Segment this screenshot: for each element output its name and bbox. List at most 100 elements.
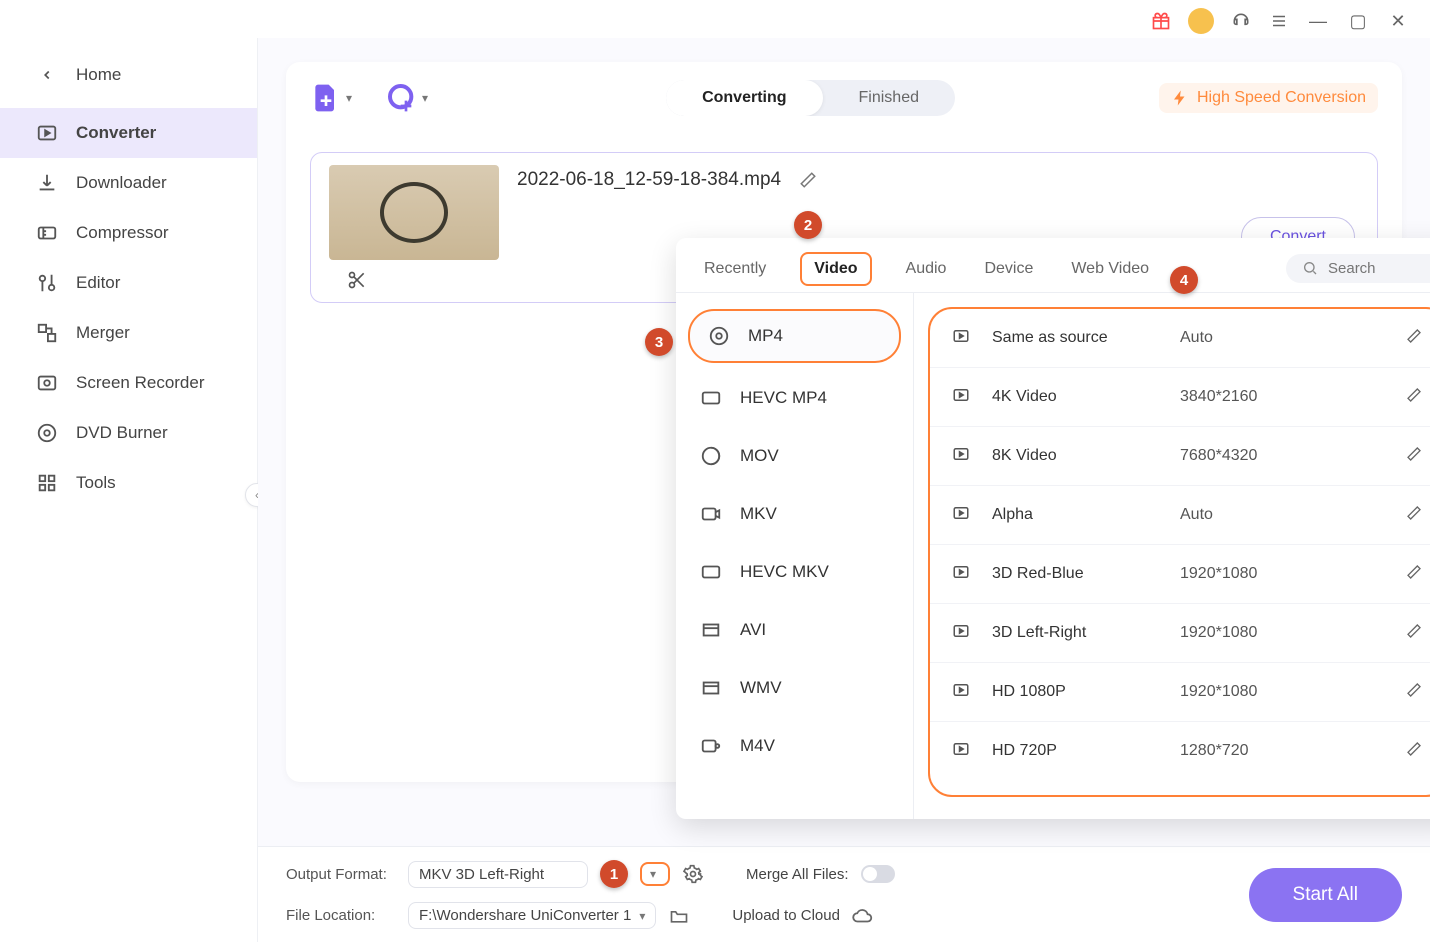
m4v-icon [698,733,724,759]
resolution-name: Alpha [992,506,1162,524]
format-list: MP4 HEVC MP4 MOV MKV HEVC MKV AVI WMV M4… [676,293,914,819]
cloud-icon[interactable] [852,905,874,927]
resolution-row[interactable]: Same as sourceAuto [930,309,1430,368]
sidebar-item-merger[interactable]: Merger [0,308,257,358]
resolution-name: 3D Red-Blue [992,565,1162,583]
format-item-m4v[interactable]: M4V [676,717,913,775]
headset-icon[interactable] [1230,10,1252,32]
resolution-value: 3840*2160 [1180,388,1388,406]
sidebar-item-tools[interactable]: Tools [0,458,257,508]
merge-toggle[interactable] [861,865,895,883]
resolution-row[interactable]: HD 1080P1920*1080 [930,663,1430,722]
file-location-select[interactable]: F:\Wondershare UniConverter 1▾ [408,902,656,929]
format-item-mp4[interactable]: MP4 [688,309,901,363]
sidebar-item-label: Screen Recorder [76,373,205,393]
high-speed-toggle[interactable]: High Speed Conversion [1159,83,1378,113]
format-item-avi[interactable]: AVI [676,601,913,659]
format-label: MOV [740,446,779,466]
resolution-row[interactable]: 8K Video 7680*4320 [930,427,1430,486]
format-item-hevcmkv[interactable]: HEVC MKV [676,543,913,601]
downloader-icon [36,172,58,194]
hevc-icon [698,385,724,411]
edit-icon[interactable] [1406,505,1426,525]
popup-tab-webvideo[interactable]: Web Video [1067,254,1153,290]
output-format-dropdown[interactable]: ▾ [640,862,670,886]
resolution-row[interactable]: 4K Video3840*2160 [930,368,1430,427]
step-badge-2: 2 [794,211,822,239]
sidebar-item-label: Merger [76,323,130,343]
sidebar-item-label: DVD Burner [76,423,168,443]
resolution-value: 1920*1080 [1180,683,1388,701]
popup-tab-device[interactable]: Device [980,254,1037,290]
settings-icon[interactable] [682,863,704,885]
play-icon [952,681,974,703]
edit-icon[interactable] [1406,741,1426,761]
start-all-button[interactable]: Start All [1249,868,1402,922]
trim-icon[interactable] [347,270,369,292]
resolution-value: 1280*720 [1180,742,1388,760]
play-icon [952,445,974,467]
open-folder-icon[interactable] [668,905,690,927]
format-item-wmv[interactable]: WMV [676,659,913,717]
popup-search[interactable] [1286,254,1430,283]
tab-finished[interactable]: Finished [823,80,955,116]
sidebar-item-compressor[interactable]: Compressor [0,208,257,258]
add-file-button[interactable]: ▾ [310,82,352,114]
output-format-value[interactable]: MKV 3D Left-Right [408,861,588,888]
sidebar-item-label: Compressor [76,223,169,243]
maximize-icon[interactable]: ▢ [1346,10,1370,32]
tab-converting[interactable]: Converting [666,80,822,116]
sidebar-home[interactable]: Home [0,54,257,108]
edit-name-button[interactable] [797,169,819,191]
format-popup: Recently Video Audio Device Web Video MP… [676,238,1430,819]
format-item-hevcmp4[interactable]: HEVC MP4 [676,369,913,427]
add-url-icon [386,82,418,114]
resolution-value: 7680*4320 [1180,447,1388,465]
sidebar-item-editor[interactable]: Editor [0,258,257,308]
popup-tab-audio[interactable]: Audio [902,254,951,290]
converter-icon [36,122,58,144]
sidebar-item-downloader[interactable]: Downloader [0,158,257,208]
edit-icon[interactable] [1406,682,1426,702]
resolution-name: 3D Left-Right [992,624,1162,642]
resolution-name: Same as source [992,329,1162,347]
sidebar-item-label: Tools [76,473,116,493]
play-icon [952,386,974,408]
file-thumbnail[interactable] [329,165,499,260]
gift-icon[interactable] [1150,10,1172,32]
format-label: AVI [740,620,766,640]
edit-icon[interactable] [1406,328,1426,348]
editor-icon [36,272,58,294]
edit-icon[interactable] [1406,564,1426,584]
resolution-row[interactable]: 3D Left-Right1920*1080 [930,604,1430,663]
step-badge-4: 4 [1170,266,1198,294]
merger-icon [36,322,58,344]
edit-icon[interactable] [1406,387,1426,407]
resolution-name: 8K Video [992,447,1162,465]
resolution-row[interactable]: HD 720P1280*720 [930,722,1430,780]
close-icon[interactable]: ✕ [1386,10,1410,32]
hamburger-icon[interactable] [1268,10,1290,32]
resolution-row[interactable]: 3D Red-Blue1920*1080 [930,545,1430,604]
edit-icon[interactable] [1406,623,1426,643]
sidebar-item-recorder[interactable]: Screen Recorder [0,358,257,408]
popup-tab-recently[interactable]: Recently [700,254,770,290]
sidebar-item-label: Editor [76,273,120,293]
file-name: 2022-06-18_12-59-18-384.mp4 [517,169,781,191]
add-url-button[interactable]: ▾ [386,82,428,114]
chevron-down-icon: ▾ [346,91,352,105]
popup-search-input[interactable] [1328,260,1428,277]
play-icon [952,622,974,644]
format-label: MP4 [748,326,783,346]
format-item-mov[interactable]: MOV [676,427,913,485]
format-item-mkv[interactable]: MKV [676,485,913,543]
sidebar-item-converter[interactable]: Converter [0,108,257,158]
sidebar-item-dvd[interactable]: DVD Burner [0,408,257,458]
chevron-down-icon: ▾ [422,91,428,105]
edit-icon[interactable] [1406,446,1426,466]
minimize-icon[interactable]: — [1306,10,1330,32]
popup-tab-video[interactable]: Video [800,252,871,286]
resolution-row[interactable]: AlphaAuto [930,486,1430,545]
avatar-icon[interactable] [1188,8,1214,34]
back-icon [36,64,58,86]
